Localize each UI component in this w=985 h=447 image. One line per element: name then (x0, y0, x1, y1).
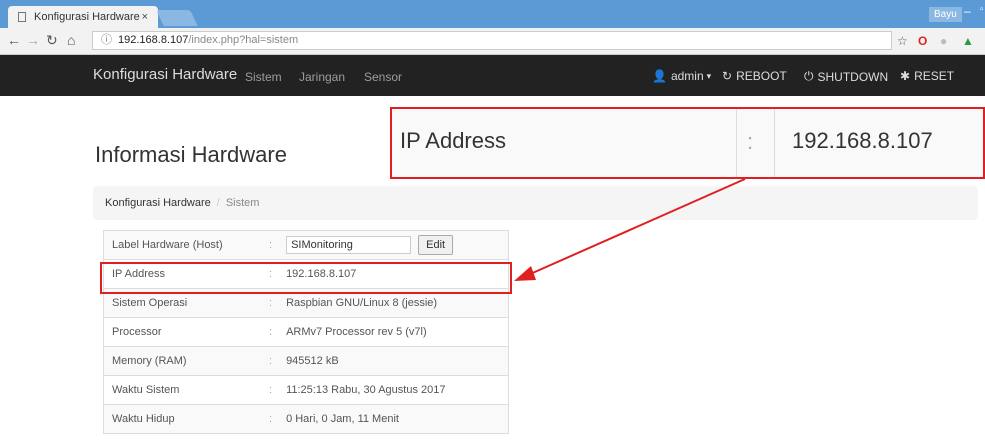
table-row: Waktu Hidup : 0 Hari, 0 Jam, 11 Menit (103, 404, 509, 434)
url-host: 192.168.8.107 (118, 34, 189, 46)
row-label: Memory (RAM) (103, 346, 263, 376)
edit-hostname-button[interactable]: Edit (418, 235, 454, 255)
tab-close-icon[interactable]: × (142, 11, 148, 23)
table-row: Waktu Sistem : 11:25:13 Rabu, 30 Agustus… (103, 375, 509, 405)
row-colon: : (263, 230, 279, 260)
row-label: Waktu Sistem (103, 375, 263, 405)
row-value: ARMv7 Processor rev 5 (v7l) (278, 317, 509, 347)
browser-tab[interactable]: Konfigurasi Hardware × (8, 6, 158, 28)
reset-label: RESET (914, 69, 955, 83)
user-menu-label: admin (670, 69, 704, 83)
profile-badge[interactable]: Bayu (929, 7, 962, 22)
app-navbar: Konfigurasi Hardware Sistem Jaringan Sen… (0, 55, 985, 96)
arrow-head (514, 266, 536, 281)
shutdown-button[interactable]: ⏻ SHUTDOWN (804, 69, 888, 84)
reboot-button[interactable]: ↻ REBOOT (722, 69, 787, 83)
breadcrumb-separator: / (216, 197, 220, 209)
row-label: Waktu Hidup (103, 404, 263, 434)
row-label: Label Hardware (Host) (103, 230, 263, 260)
zoom-label: IP Address (400, 128, 506, 153)
caret-down-icon: ▾ (706, 70, 712, 81)
minimize-icon[interactable]: – (964, 4, 971, 18)
back-arrow-icon[interactable]: ← (7, 32, 21, 48)
zoom-value: 192.168.8.107 (792, 128, 933, 153)
reload-icon[interactable]: ↻ (46, 32, 58, 49)
reset-button[interactable]: ✱ RESET (900, 69, 954, 83)
maximize-icon[interactable]: ▫ (980, 4, 984, 15)
home-icon[interactable]: ⌂ (67, 32, 75, 48)
gear-icon: ✱ (900, 69, 911, 83)
zoom-divider (774, 109, 775, 177)
url-bar[interactable]: ⓘ 192.168.8.107/index.php?hal=sistem (92, 31, 892, 50)
browser-toolbar: ← → ↻ ⌂ ⓘ 192.168.8.107/index.php?hal=sis… (0, 28, 985, 55)
nav-item-jaringan[interactable]: Jaringan (299, 70, 345, 84)
drive-extension-icon[interactable]: ▲ (962, 34, 974, 48)
row-value: 945512 kB (278, 346, 509, 376)
bookmark-star-icon[interactable]: ☆ (897, 34, 908, 48)
zoom-colon: : (747, 129, 754, 154)
hardware-info-table: Label Hardware (Host) : Edit IP Address … (103, 230, 509, 434)
navbar-brand[interactable]: Konfigurasi Hardware (93, 66, 237, 83)
user-menu[interactable]: 👤 admin ▾ (652, 69, 711, 83)
forward-arrow-icon[interactable]: → (26, 32, 40, 48)
browser-tabstrip: Konfigurasi Hardware × Bayu – ▫ (0, 0, 985, 28)
row-value: 11:25:13 Rabu, 30 Agustus 2017 (278, 375, 509, 405)
extension-icon[interactable]: ● (940, 34, 947, 48)
row-value: Edit (278, 230, 509, 260)
breadcrumb: Konfigurasi Hardware / Sistem (93, 186, 978, 220)
page-title: Informasi Hardware (95, 142, 287, 167)
power-icon: ⏻ (804, 69, 814, 83)
zoom-divider (736, 109, 737, 177)
reboot-label: REBOOT (736, 69, 787, 83)
page-icon (18, 12, 26, 22)
hostname-input[interactable] (286, 236, 412, 254)
breadcrumb-item-home[interactable]: Konfigurasi Hardware (105, 197, 211, 209)
ip-zoom-callout: IP Address : 192.168.8.107 (390, 107, 985, 179)
url-path: /index.php?hal=sistem (188, 34, 299, 46)
tab-title: Konfigurasi Hardware (34, 11, 140, 23)
table-row: Label Hardware (Host) : Edit (103, 230, 509, 260)
breadcrumb-item-current: Sistem (225, 197, 260, 209)
row-colon: : (263, 375, 279, 405)
row-value: 0 Hari, 0 Jam, 11 Menit (278, 404, 509, 434)
reload-icon: ↻ (722, 69, 733, 83)
opera-extension-icon[interactable]: O (918, 34, 927, 48)
table-row: Processor : ARMv7 Processor rev 5 (v7l) (103, 317, 509, 347)
ip-row-highlight (100, 262, 512, 294)
nav-item-sensor[interactable]: Sensor (364, 70, 402, 84)
info-icon[interactable]: ⓘ (101, 34, 112, 46)
row-colon: : (263, 404, 279, 434)
row-label: Processor (103, 317, 263, 347)
row-colon: : (263, 346, 279, 376)
user-icon: 👤 (652, 69, 667, 83)
shutdown-label: SHUTDOWN (817, 69, 889, 84)
nav-item-sistem[interactable]: Sistem (245, 70, 282, 84)
table-row: Memory (RAM) : 945512 kB (103, 346, 509, 376)
row-colon: : (263, 317, 279, 347)
new-tab-button[interactable] (156, 10, 198, 26)
